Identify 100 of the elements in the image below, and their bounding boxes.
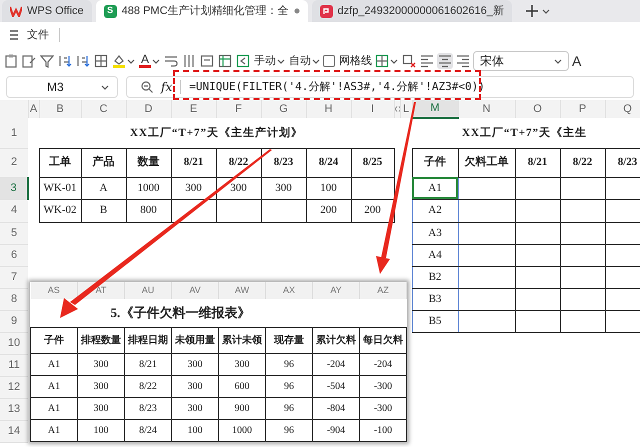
column-heading: 每日欠料 — [360, 327, 406, 353]
row-header[interactable]: 8 — [0, 288, 28, 310]
tab[interactable]: WPS Office — [2, 0, 92, 22]
column-header[interactable]: C — [81, 100, 126, 118]
align-center-button[interactable] — [437, 53, 454, 69]
row-header[interactable]: 4 — [0, 199, 28, 222]
file-menu[interactable]: 文件 — [8, 28, 51, 42]
font-color-button[interactable]: A — [138, 53, 162, 69]
sheet-badge-icon: S — [104, 4, 117, 18]
table-cell[interactable]: A1 — [412, 177, 458, 199]
text-box-button[interactable] — [199, 53, 216, 69]
column-header[interactable]: Q — [605, 100, 640, 118]
column-header[interactable]: F — [216, 100, 261, 118]
column-header: AW — [218, 282, 266, 299]
caret-icon[interactable] — [542, 8, 550, 15]
table-cell[interactable]: A3 — [412, 222, 458, 244]
column-header[interactable]: G — [261, 100, 306, 118]
clipboard-button[interactable] — [3, 53, 19, 69]
row-header[interactable]: 2 — [0, 148, 28, 177]
unhide-columns-icon[interactable] — [394, 106, 399, 112]
column-header: AV — [172, 282, 218, 299]
table-cell: 8/21 — [124, 353, 172, 375]
clear-format-button[interactable] — [401, 53, 418, 69]
table-button[interactable] — [93, 53, 109, 69]
sort-descending-button[interactable] — [75, 53, 91, 69]
row-header[interactable]: 13 — [0, 398, 28, 420]
table-title: XX工厂“T+7”天《主生产计划》 — [39, 118, 394, 148]
table-cell: -300 — [360, 375, 406, 397]
column-heading: 排程数量 — [78, 327, 124, 353]
table-cell[interactable]: B5 — [412, 310, 458, 332]
fit-button[interactable] — [235, 53, 252, 69]
dropdown-button[interactable]: 自动 — [288, 54, 322, 68]
name-box[interactable]: M3 — [6, 76, 118, 98]
row-header[interactable]: 1 — [0, 118, 28, 148]
row-header[interactable]: 14 — [0, 420, 28, 442]
column-header[interactable]: H — [306, 100, 351, 118]
row-header[interactable]: 12 — [0, 376, 28, 398]
column-heading: 子件 — [30, 327, 78, 353]
gridlines-checkbox[interactable] — [323, 55, 336, 67]
sort-ascending-button[interactable] — [57, 53, 73, 69]
row-header[interactable]: 3 — [0, 177, 28, 199]
cell-style-button[interactable] — [217, 53, 234, 69]
formula-field[interactable]: fx =UNIQUE(FILTER('4.分解'!AS3#,'4.分解'!AZ3#<0)) — [126, 76, 634, 98]
table-cell: 8/23 — [124, 397, 172, 419]
column-header[interactable]: B — [39, 100, 81, 118]
column-header[interactable]: P — [560, 100, 605, 118]
column-header[interactable]: E — [171, 100, 216, 118]
corner-cell[interactable] — [0, 100, 28, 118]
table-cell[interactable]: B2 — [412, 266, 458, 288]
column-header[interactable]: O — [515, 100, 560, 118]
table-cell[interactable]: B3 — [412, 288, 458, 310]
table-title: 5.《子件欠料一维报表》 — [30, 299, 406, 327]
row-header[interactable]: 9 — [0, 310, 28, 332]
align-right-button[interactable] — [455, 53, 472, 69]
plus-icon[interactable] — [526, 5, 538, 17]
function-label[interactable]: fx — [161, 78, 172, 96]
column-heading: 8/25 — [351, 148, 394, 177]
column-header[interactable]: I — [351, 100, 394, 118]
row-header[interactable]: 6 — [0, 244, 28, 266]
paste-special-button[interactable] — [21, 53, 37, 69]
column-heading: 欠料工单 — [458, 148, 515, 177]
row-header[interactable]: 7 — [0, 266, 28, 288]
row-header[interactable]: 5 — [0, 222, 28, 244]
column-header[interactable]: N — [458, 100, 515, 118]
table-style-icon — [375, 54, 390, 68]
table-cell[interactable]: A2 — [412, 199, 458, 222]
gridlines-label[interactable]: 网格线 — [339, 52, 372, 70]
row-header[interactable]: 10 — [0, 332, 28, 354]
column-header: AU — [124, 282, 172, 299]
column-heading: 8/21 — [515, 148, 560, 177]
table-style-button[interactable] — [374, 53, 400, 69]
table-cell: -204 — [312, 353, 360, 375]
table-cell: 100 — [78, 419, 124, 441]
column-heading: 8/24 — [306, 148, 351, 177]
fill-color-icon — [112, 54, 126, 68]
table-cell: 300 — [172, 353, 218, 375]
table-cell: -204 — [360, 353, 406, 375]
column-header[interactable]: L — [400, 100, 412, 118]
column-header[interactable]: A — [28, 100, 39, 118]
column-heading: 工单 — [39, 148, 81, 177]
caret-icon — [312, 58, 320, 64]
font-select[interactable]: 宋体 — [473, 51, 570, 71]
table-cell: 300 — [218, 353, 266, 375]
column-heading: 现存量 — [266, 327, 312, 353]
font-grow-button[interactable]: A — [571, 53, 582, 69]
dropdown-button[interactable]: 手动 — [253, 54, 286, 68]
logo-icon — [10, 6, 22, 16]
table-cell: A1 — [30, 419, 78, 441]
caret-icon — [101, 84, 109, 90]
row-header[interactable]: 11 — [0, 354, 28, 376]
align-left-button[interactable] — [419, 53, 436, 69]
filter-button[interactable] — [39, 53, 55, 69]
column-header[interactable]: M — [412, 100, 458, 118]
table-cell[interactable]: A4 — [412, 244, 458, 266]
column-header[interactable]: D — [126, 100, 171, 118]
tab[interactable]: S 488 PMC生产计划精细化管理：全 — [96, 0, 308, 22]
table-title: XX工厂“T+7”天《主生 — [412, 118, 640, 148]
fill-color-button[interactable] — [111, 53, 136, 69]
table-cell: 96 — [266, 397, 312, 419]
tab[interactable]: dzfp_24932000000061602616_新 — [312, 0, 512, 22]
